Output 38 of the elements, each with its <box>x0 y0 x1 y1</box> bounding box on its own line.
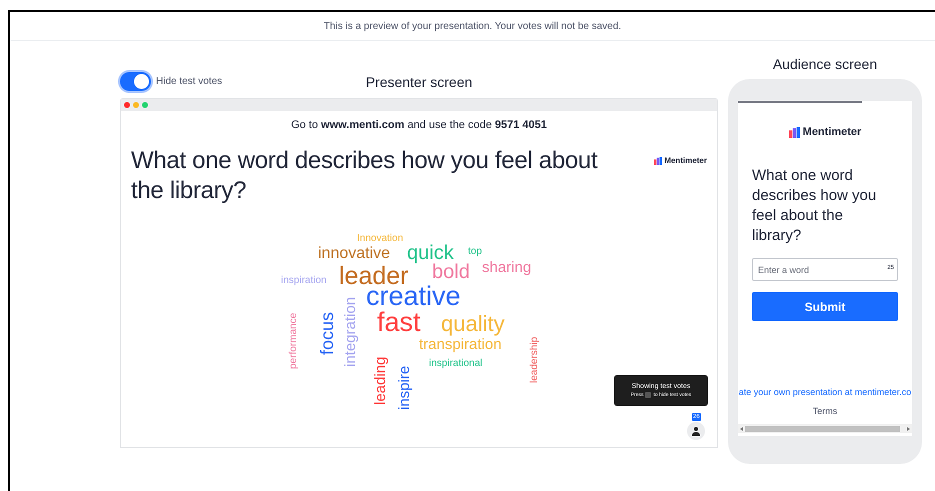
cloud-word: leadership <box>530 336 540 383</box>
cloud-word: top <box>468 247 482 257</box>
toggle-label: Hide test votes <box>156 75 222 89</box>
logo-icon <box>654 156 662 164</box>
cloud-word: leading <box>373 356 388 405</box>
cloud-word: quick <box>407 243 454 263</box>
audience-title: Audience screen <box>772 55 878 74</box>
cloud-word: inspirational <box>429 359 482 369</box>
presenter-title: Presenter screen <box>366 72 472 92</box>
submit-button[interactable]: Submit <box>752 292 898 321</box>
scroll-left-icon[interactable] <box>740 426 743 430</box>
join-instructions: Go to www.menti.com and use the code 9571 4051 <box>291 118 547 133</box>
terms-link[interactable]: Terms <box>738 404 912 418</box>
logo-icon <box>788 126 800 138</box>
key-icon <box>645 392 652 398</box>
cloud-word: performance <box>289 312 299 369</box>
brand-name: Mentimeter <box>802 125 862 140</box>
horizontal-scrollbar[interactable] <box>738 424 912 433</box>
cloud-word: integration <box>343 296 358 367</box>
cloud-word: focus <box>318 312 336 355</box>
cloud-word: quality <box>441 313 505 335</box>
cloud-word: sharing <box>482 260 532 275</box>
cloud-word: innovative <box>318 246 390 262</box>
scroll-right-icon[interactable] <box>907 426 910 430</box>
participant-button[interactable] <box>687 422 705 440</box>
person-icon <box>692 426 700 436</box>
cloud-word: inspire <box>397 366 412 410</box>
preview-notice: This is a preview of your presentation. Your votes will not be saved. <box>324 20 622 34</box>
cloud-word: Innovation <box>357 234 404 244</box>
toggle-switch[interactable] <box>120 72 151 91</box>
cloud-word: transpiration <box>419 337 502 352</box>
question-title: What one word describes how you feel about the library? <box>131 146 598 206</box>
brand-name: Mentimeter <box>664 154 707 166</box>
cloud-word: inspiration <box>281 276 327 286</box>
question-title: What one word describes how you feel about the library? <box>752 166 878 246</box>
create-presentation-link[interactable]: ate your own presentation at mentimeter.co <box>738 386 912 400</box>
cloud-word: bold <box>432 262 470 282</box>
cloud-word: fast <box>377 309 421 336</box>
